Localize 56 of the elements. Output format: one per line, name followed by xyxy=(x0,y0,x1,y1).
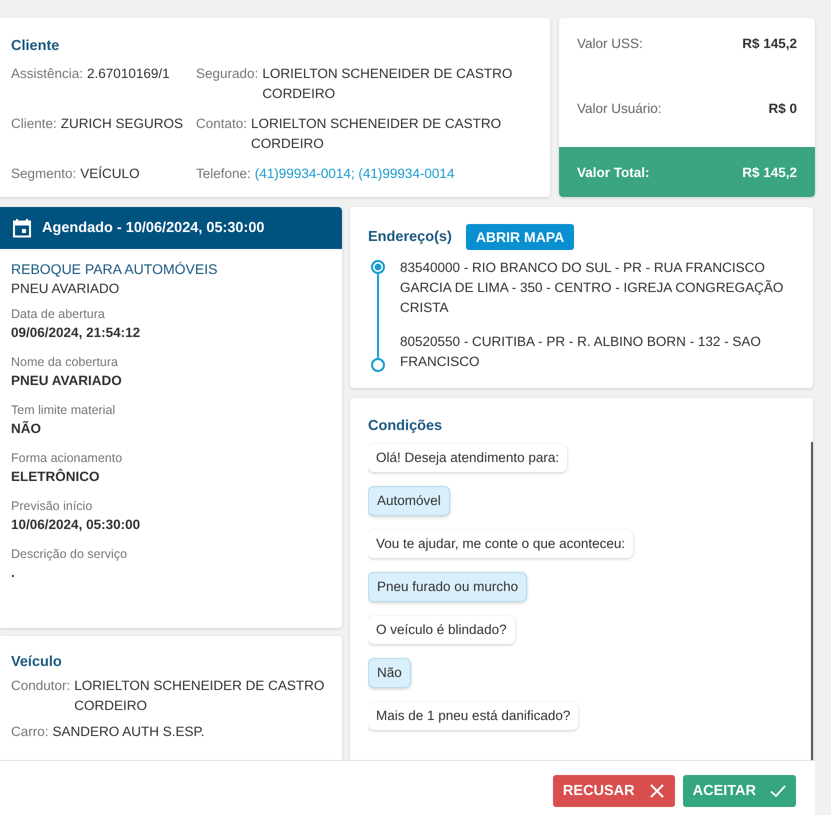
detail-value: 09/06/2024, 21:54:12 xyxy=(11,324,142,342)
total-value: R$ 145,2 xyxy=(742,164,797,180)
field-value: ZURICH SEGUROS xyxy=(60,115,184,133)
detail-label: Descrição do serviço xyxy=(11,546,128,563)
detail-value: NÃO xyxy=(11,420,42,438)
field-label: Segmento: xyxy=(11,165,76,183)
service-name: REBOQUE PARA AUTOMÓVEIS xyxy=(11,260,218,279)
detail-value: PNEU AVARIADO xyxy=(11,372,123,390)
field-value: 2.67010169/1 xyxy=(87,65,170,83)
question-bubble: Mais de 1 pneu está danificado? xyxy=(368,702,578,730)
value-amount: R$ 145,2 xyxy=(742,36,797,53)
field-value: LORIELTON SCHENEIDER DE CASTRO CORDEIRO xyxy=(251,115,502,153)
section-title: Veículo xyxy=(11,654,63,670)
question-bubble: Vou te ajudar, me conte o que aconteceu: xyxy=(368,530,634,558)
address-text: 80520550 - CURITIBA - PR - R. ALBINO BORN - 132 - SAO FRANCISCO xyxy=(400,333,762,371)
accept-button[interactable]: ACEITAR xyxy=(682,775,796,807)
detail-label: Tem limite material xyxy=(11,402,116,419)
total-label: Valor Total: xyxy=(577,164,650,180)
field-label: Cliente: xyxy=(11,115,57,133)
close-icon xyxy=(648,783,665,799)
detail-label: Data de abertura xyxy=(11,306,106,323)
detail-label: Nome da cobertura xyxy=(11,354,120,371)
field-label: Condutor: xyxy=(11,677,70,695)
section-title: Condições xyxy=(368,418,444,434)
phone-link[interactable]: (41)99934-0014; (41)99934-0014 xyxy=(254,164,454,184)
detail-value: ELETRÔNICO xyxy=(11,468,101,486)
check-icon xyxy=(770,783,786,799)
answer-bubble: Não xyxy=(368,658,411,688)
open-map-button[interactable]: ABRIR MAPA xyxy=(466,224,574,250)
question-bubble: Olá! Deseja atendimento para: xyxy=(368,444,568,472)
detail-value: 10/06/2024, 05:30:00 xyxy=(11,516,142,534)
value-amount: R$ 0 xyxy=(768,100,797,118)
value-label: Valor Usuário: xyxy=(577,100,662,118)
question-bubble: O veículo é blindado? xyxy=(368,616,515,644)
detail-label: Previsão início xyxy=(11,498,94,515)
detail-label: Forma acionamento xyxy=(11,450,124,467)
field-label: Carro: xyxy=(11,723,49,741)
field-value: VEÍCULO xyxy=(80,165,140,183)
address-text: 83540000 - RIO BRANCO DO SUL - PR - RUA FRANCISCO GARCIA DE LIMA - 350 - CENTRO - IGREJA CONGREGAÇÃO CRISTA xyxy=(400,259,784,317)
field-label: Telefone: xyxy=(196,165,251,183)
field-value: LORIELTON SCHENEIDER DE CASTRO CORDEIRO xyxy=(262,65,514,103)
field-value: SANDERO AUTH S.ESP. xyxy=(52,723,205,741)
answer-bubble: Pneu furado ou murcho xyxy=(368,572,528,602)
schedule-title: Agendado - 10/06/2024, 05:30:00 xyxy=(42,220,264,236)
answer-bubble: Automóvel xyxy=(368,486,450,516)
section-title: Endereço(s) xyxy=(368,229,452,245)
field-value: LORIELTON SCHENEIDER DE CASTRO CORDEIRO xyxy=(74,677,326,715)
reject-button[interactable]: RECUSAR xyxy=(552,775,675,807)
field-label: Contato: xyxy=(196,115,248,133)
field-label: Assistência: xyxy=(11,65,84,83)
detail-value: . xyxy=(11,564,16,582)
section-title: Cliente xyxy=(11,38,60,54)
calendar-icon xyxy=(12,218,32,238)
value-label: Valor USS: xyxy=(577,36,643,53)
field-label: Segurado: xyxy=(196,65,258,83)
service-subtitle: PNEU AVARIADO xyxy=(11,280,120,298)
